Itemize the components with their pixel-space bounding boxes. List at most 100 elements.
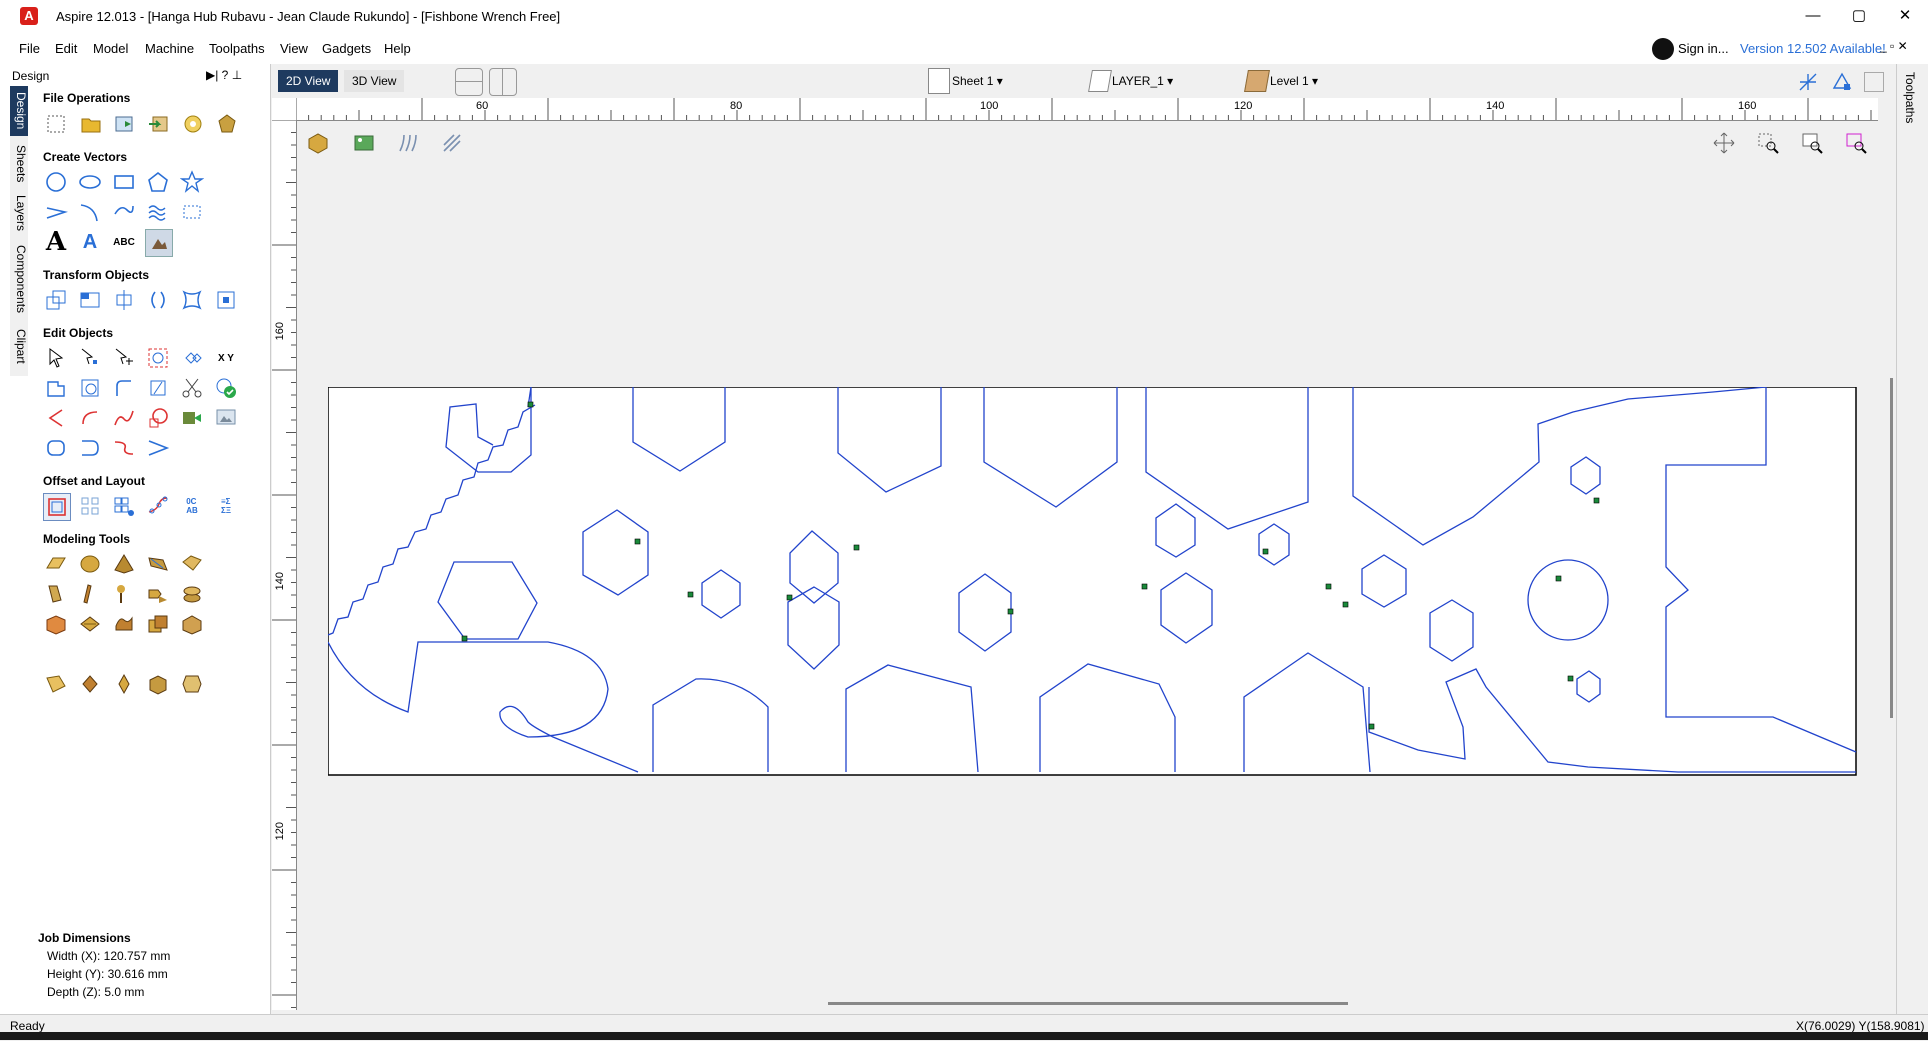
draw-polygon-icon[interactable]	[145, 169, 171, 195]
dimension-icon[interactable]	[179, 199, 205, 225]
drawing-canvas[interactable]	[298, 121, 1893, 1005]
smooth-tool-icon[interactable]	[111, 581, 137, 607]
fade-component-icon[interactable]	[43, 611, 69, 637]
import-icon[interactable]	[112, 111, 138, 137]
validate-vectors-icon[interactable]	[213, 375, 239, 401]
curve-fit-icon[interactable]	[145, 405, 171, 431]
sheet-selector[interactable]: Sheet 1 ▾	[952, 74, 1003, 88]
dome-shape-icon[interactable]	[77, 551, 103, 577]
sculpt-icon[interactable]	[77, 581, 103, 607]
zoom-box-icon[interactable]	[1756, 131, 1780, 155]
text-on-curve-icon[interactable]: ABC	[111, 229, 137, 255]
join-icon[interactable]	[43, 405, 69, 431]
vertical-scrollbar[interactable]	[1890, 378, 1893, 718]
mirror-icon[interactable]	[145, 287, 171, 313]
draw-arc-icon[interactable]	[111, 199, 137, 225]
draw-curve-icon[interactable]	[77, 199, 103, 225]
extrude-weave-icon[interactable]	[179, 551, 205, 577]
material-setup-icon[interactable]	[306, 131, 330, 155]
similar-select-icon[interactable]	[179, 345, 205, 371]
menu-help[interactable]: Help	[384, 41, 411, 56]
bitmap-trace-icon[interactable]	[213, 405, 239, 431]
align-icon[interactable]	[111, 287, 137, 313]
ruler-corner[interactable]	[272, 98, 297, 121]
draw-text-icon[interactable]: A	[43, 227, 69, 257]
menu-model[interactable]: Model	[93, 41, 128, 56]
toggle-box-icon[interactable]	[1864, 72, 1884, 92]
menu-file[interactable]: File	[19, 41, 40, 56]
signin-link[interactable]: Sign in...	[1678, 41, 1729, 56]
image-icon[interactable]	[352, 131, 376, 155]
tab-layers[interactable]: Layers	[10, 192, 28, 234]
scale-icon[interactable]	[213, 287, 239, 313]
wave-curve-icon[interactable]	[111, 435, 137, 461]
nest-parts-icon[interactable]	[179, 405, 205, 431]
scissors-icon[interactable]	[179, 375, 205, 401]
interactive-select-icon[interactable]	[145, 345, 171, 371]
split-vertical-icon[interactable]	[489, 68, 517, 96]
texture-icon[interactable]	[77, 611, 103, 637]
tab-clipart[interactable]: Clipart	[10, 324, 28, 368]
nesting-icon[interactable]: ≡Σ ΣΞ	[213, 493, 239, 519]
slice-icon[interactable]	[77, 671, 103, 697]
subtract-icon[interactable]	[77, 375, 103, 401]
layer-selector[interactable]: LAYER_1 ▾	[1112, 74, 1173, 88]
label-array-icon[interactable]: 0C AB	[179, 493, 205, 519]
level-selector[interactable]: Level 1 ▾	[1270, 74, 1318, 88]
image-trace-icon[interactable]	[145, 229, 173, 257]
draw-polyline-icon[interactable]	[43, 199, 69, 225]
toolpath-wrap-icon[interactable]	[440, 131, 464, 155]
menu-gadgets[interactable]: Gadgets	[322, 41, 371, 56]
toolpath-preview-icon[interactable]	[396, 131, 420, 155]
distort-icon[interactable]	[179, 287, 205, 313]
tab-2d-view[interactable]: 2D View	[278, 70, 339, 92]
select-pointer-icon[interactable]	[43, 345, 69, 371]
tab-sheets[interactable]: Sheets	[10, 142, 28, 186]
component-edit-icon[interactable]	[43, 671, 69, 697]
zoom-selection-icon[interactable]	[1844, 131, 1868, 155]
offset-component-icon[interactable]	[145, 581, 171, 607]
offset-vector-icon[interactable]	[43, 493, 71, 521]
offset-corner-icon[interactable]	[77, 435, 103, 461]
tab-3d-view[interactable]: 3D View	[344, 70, 405, 92]
snap-objects-icon[interactable]	[1830, 70, 1854, 94]
auto-layout-text-icon[interactable]: A	[77, 229, 103, 255]
save-component-icon[interactable]	[145, 671, 171, 697]
new-job-icon[interactable]	[43, 111, 69, 137]
trim-icon[interactable]	[145, 375, 171, 401]
block-copy-icon[interactable]	[111, 493, 137, 519]
fill-pattern-icon[interactable]	[145, 199, 171, 225]
snap-grid-icon[interactable]	[1796, 70, 1820, 94]
flatten-icon[interactable]	[111, 611, 137, 637]
copy-along-vector-icon[interactable]	[145, 493, 171, 519]
extend-vector-icon[interactable]	[145, 435, 171, 461]
job-area[interactable]	[328, 387, 1858, 777]
bake-component-icon[interactable]	[179, 611, 205, 637]
menu-toolpaths[interactable]: Toolpaths	[209, 41, 265, 56]
transform-select-icon[interactable]	[111, 345, 137, 371]
create-component-icon[interactable]	[111, 671, 137, 697]
job-setup-icon[interactable]	[180, 111, 206, 137]
rounded-rect-icon[interactable]	[43, 435, 69, 461]
open-file-icon[interactable]	[78, 111, 104, 137]
draw-circle-icon[interactable]	[43, 169, 69, 195]
move-icon[interactable]	[43, 287, 69, 313]
user-avatar-icon[interactable]	[1652, 38, 1674, 60]
fillet-icon[interactable]	[111, 375, 137, 401]
tilt-component-icon[interactable]	[179, 581, 205, 607]
tab-toolpaths[interactable]: Toolpaths	[1903, 72, 1917, 123]
merge-icon[interactable]	[145, 611, 171, 637]
pan-icon[interactable]	[1712, 131, 1736, 155]
node-edit-icon[interactable]	[77, 345, 103, 371]
maximize-button[interactable]: ▢	[1836, 0, 1882, 32]
mould-icon[interactable]	[43, 581, 69, 607]
measure-xy-icon[interactable]: X Y	[213, 345, 239, 371]
tab-components[interactable]: Components	[10, 240, 28, 318]
draw-star-icon[interactable]	[179, 169, 205, 195]
smooth-curve-icon[interactable]	[111, 405, 137, 431]
set-size-icon[interactable]	[77, 287, 103, 313]
export-icon[interactable]	[146, 111, 172, 137]
draw-ellipse-icon[interactable]	[77, 169, 103, 195]
draw-rectangle-icon[interactable]	[111, 169, 137, 195]
version-available-link[interactable]: Version 12.502 Available!	[1740, 41, 1886, 56]
